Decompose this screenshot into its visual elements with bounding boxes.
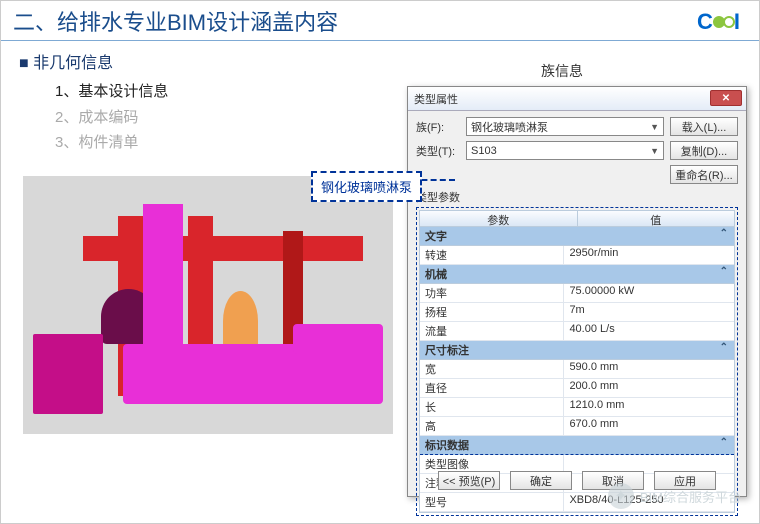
param-key: 直径 (420, 379, 564, 397)
param-box: 参数 值 文字⌃转速2950r/min机械⌃功率75.00000 kW扬程7m流… (416, 207, 738, 516)
param-row[interactable]: 直径200.0 mm (420, 379, 734, 398)
param-row[interactable]: 长1210.0 mm (420, 398, 734, 417)
collapse-icon: ⌃ (720, 266, 728, 277)
param-key: 长 (420, 398, 564, 416)
page-title: 二、给排水专业BIM设计涵盖内容 (13, 5, 338, 37)
param-value: 2950r/min (564, 246, 734, 264)
param-group-header[interactable]: 尺寸标注⌃ (420, 341, 734, 360)
param-value: 75.00000 kW (564, 284, 734, 302)
param-value: 200.0 mm (564, 379, 734, 397)
param-row[interactable]: 扬程7m (420, 303, 734, 322)
wechat-icon: ✦ (608, 483, 634, 509)
param-key: 宽 (420, 360, 564, 378)
param-value: 590.0 mm (564, 360, 734, 378)
param-key: 流量 (420, 322, 564, 340)
param-row[interactable]: 宽590.0 mm (420, 360, 734, 379)
pipe-model (23, 176, 393, 434)
section-subtitle: ■ 非几何信息 (19, 49, 741, 73)
watermark: ✦ BIM综合服务平台 (608, 483, 741, 509)
param-key: 功率 (420, 284, 564, 302)
model-viewport[interactable] (23, 176, 393, 434)
chevron-down-icon: ▼ (650, 146, 659, 156)
param-row[interactable]: 流量40.00 L/s (420, 322, 734, 341)
param-key: 扬程 (420, 303, 564, 321)
slide-header: 二、给排水专业BIM设计涵盖内容 C I (1, 1, 759, 41)
param-key: 高 (420, 417, 564, 435)
param-value: 1210.0 mm (564, 398, 734, 416)
pipe-icon (293, 324, 383, 354)
param-value: 40.00 L/s (564, 322, 734, 340)
type-select[interactable]: S103▼ (466, 141, 664, 160)
rename-button[interactable]: 重命名(R)... (670, 165, 738, 184)
family-select[interactable]: 钢化玻璃喷淋泵▼ (466, 117, 664, 136)
load-button[interactable]: 载入(L)... (670, 117, 738, 136)
logo: C I (697, 9, 741, 35)
param-value: 670.0 mm (564, 417, 734, 435)
param-group-header[interactable]: 文字⌃ (420, 227, 734, 246)
close-icon: ✕ (722, 93, 730, 104)
param-group-header[interactable]: 机械⌃ (420, 265, 734, 284)
preview-button[interactable]: << 预览(P) (438, 471, 500, 490)
family-info-label: 族信息 (541, 61, 583, 81)
col-param: 参数 (420, 211, 578, 226)
collapse-icon: ⌃ (720, 437, 728, 448)
family-label: 族(F): (416, 119, 466, 135)
copy-button[interactable]: 复制(D)... (670, 141, 738, 160)
param-group-header[interactable]: 标识数据⌃ (420, 436, 734, 455)
param-key: 转速 (420, 246, 564, 264)
param-row[interactable]: 转速2950r/min (420, 246, 734, 265)
equipment-icon (33, 334, 103, 414)
close-button[interactable]: ✕ (710, 90, 742, 106)
tank-icon (223, 291, 258, 351)
param-value: 7m (564, 303, 734, 321)
param-row[interactable]: 高670.0 mm (420, 417, 734, 436)
param-row[interactable]: 功率75.00000 kW (420, 284, 734, 303)
param-key: 型号 (420, 493, 564, 511)
type-properties-dialog: 类型属性 ✕ 族(F): 钢化玻璃喷淋泵▼ 载入(L)... 类型(T): S1… (407, 86, 747, 497)
callout-label: 钢化玻璃喷淋泵 (311, 171, 422, 202)
param-header: 参数 值 (419, 210, 735, 227)
chevron-down-icon: ▼ (650, 122, 659, 132)
dialog-titlebar[interactable]: 类型属性 ✕ (408, 87, 746, 111)
type-params-label: 类型参数 (416, 189, 738, 205)
pipe-icon (143, 204, 183, 354)
type-label: 类型(T): (416, 143, 466, 159)
col-value: 值 (578, 211, 735, 226)
dialog-title: 类型属性 (414, 91, 458, 107)
collapse-icon: ⌃ (720, 228, 728, 239)
collapse-icon: ⌃ (720, 342, 728, 353)
ok-button[interactable]: 确定 (510, 471, 572, 490)
